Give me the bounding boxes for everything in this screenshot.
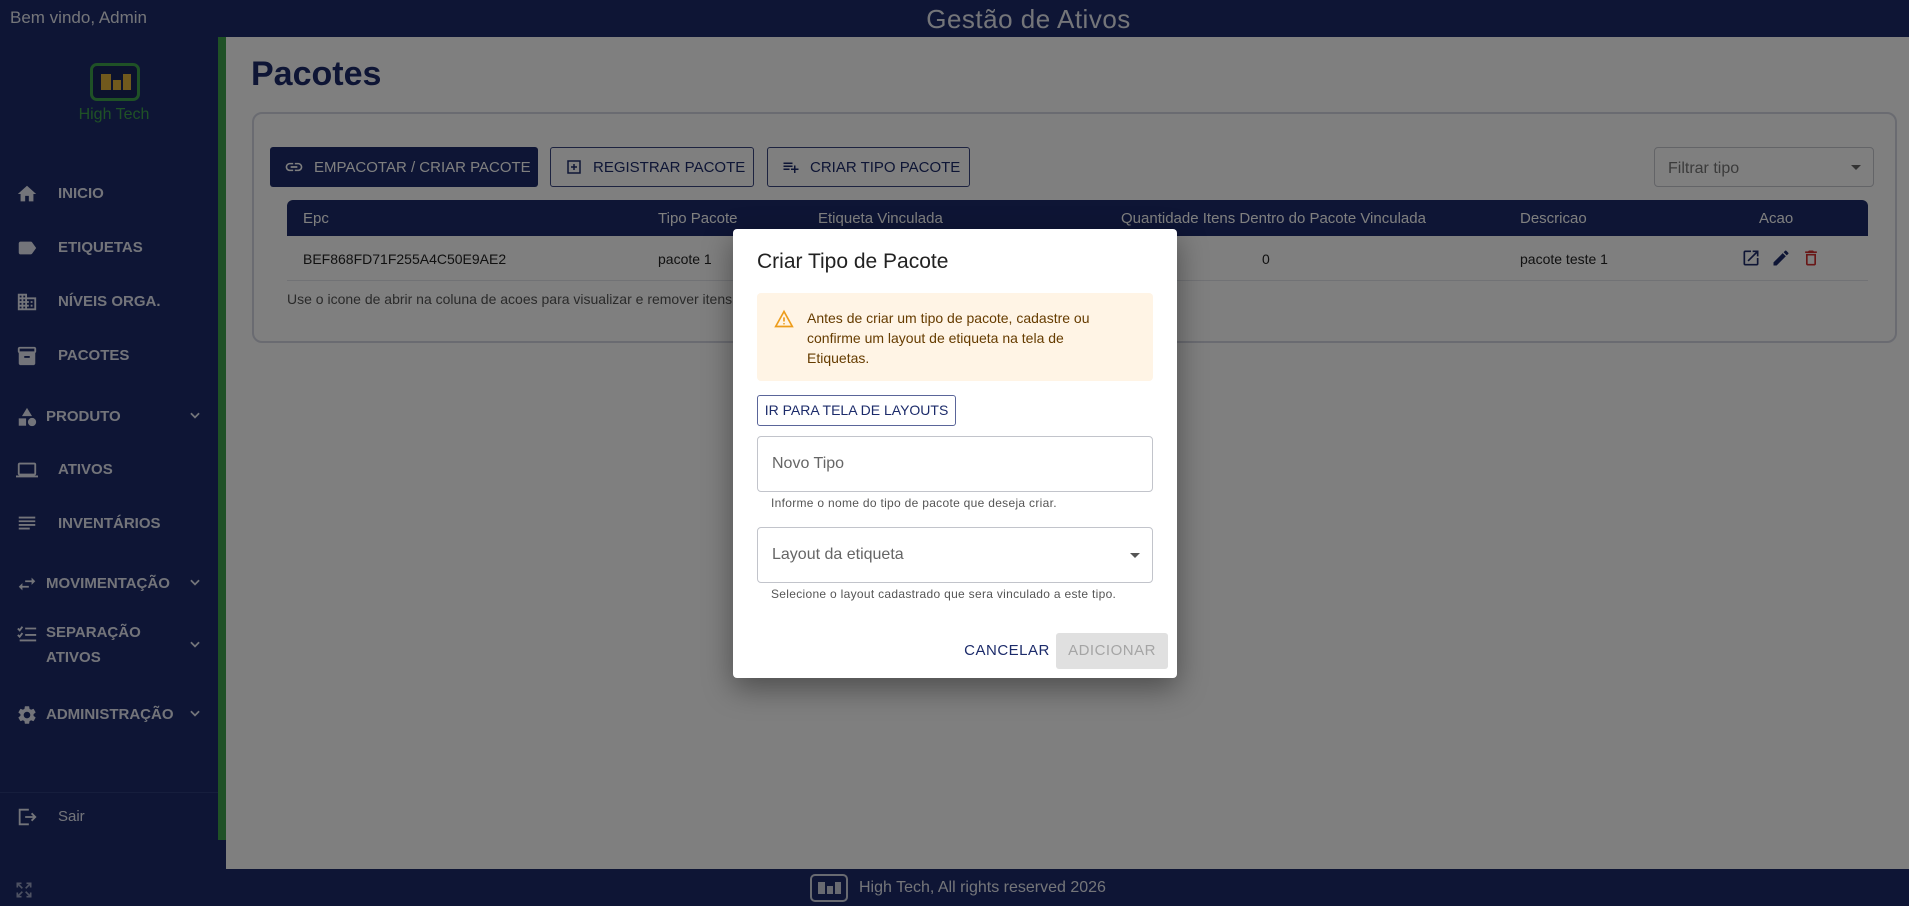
new-type-placeholder: Novo Tipo <box>772 455 845 472</box>
new-type-helper: Informe o nome do tipo de pacote que des… <box>771 496 1057 510</box>
new-type-name-field[interactable]: Novo Tipo <box>757 436 1153 492</box>
add-button[interactable]: ADICIONAR <box>1056 633 1168 669</box>
warning-icon <box>774 309 794 328</box>
label-layout-placeholder: Layout da etiqueta <box>772 546 904 563</box>
cancel-button[interactable]: CANCELAR <box>959 633 1055 669</box>
dropdown-arrow-icon <box>1130 553 1140 558</box>
warning-alert: Antes de criar um tipo de pacote, cadast… <box>757 293 1153 381</box>
go-to-layouts-button[interactable]: IR PARA TELA DE LAYOUTS <box>757 395 956 426</box>
create-package-type-dialog: Criar Tipo de Pacote Antes de criar um t… <box>733 229 1177 678</box>
warning-text: Antes de criar um tipo de pacote, cadast… <box>807 310 1090 366</box>
label-layout-select[interactable]: Layout da etiqueta <box>757 527 1153 583</box>
dialog-title: Criar Tipo de Pacote <box>757 250 949 273</box>
label-layout-helper: Selecione o layout cadastrado que sera v… <box>771 587 1117 601</box>
